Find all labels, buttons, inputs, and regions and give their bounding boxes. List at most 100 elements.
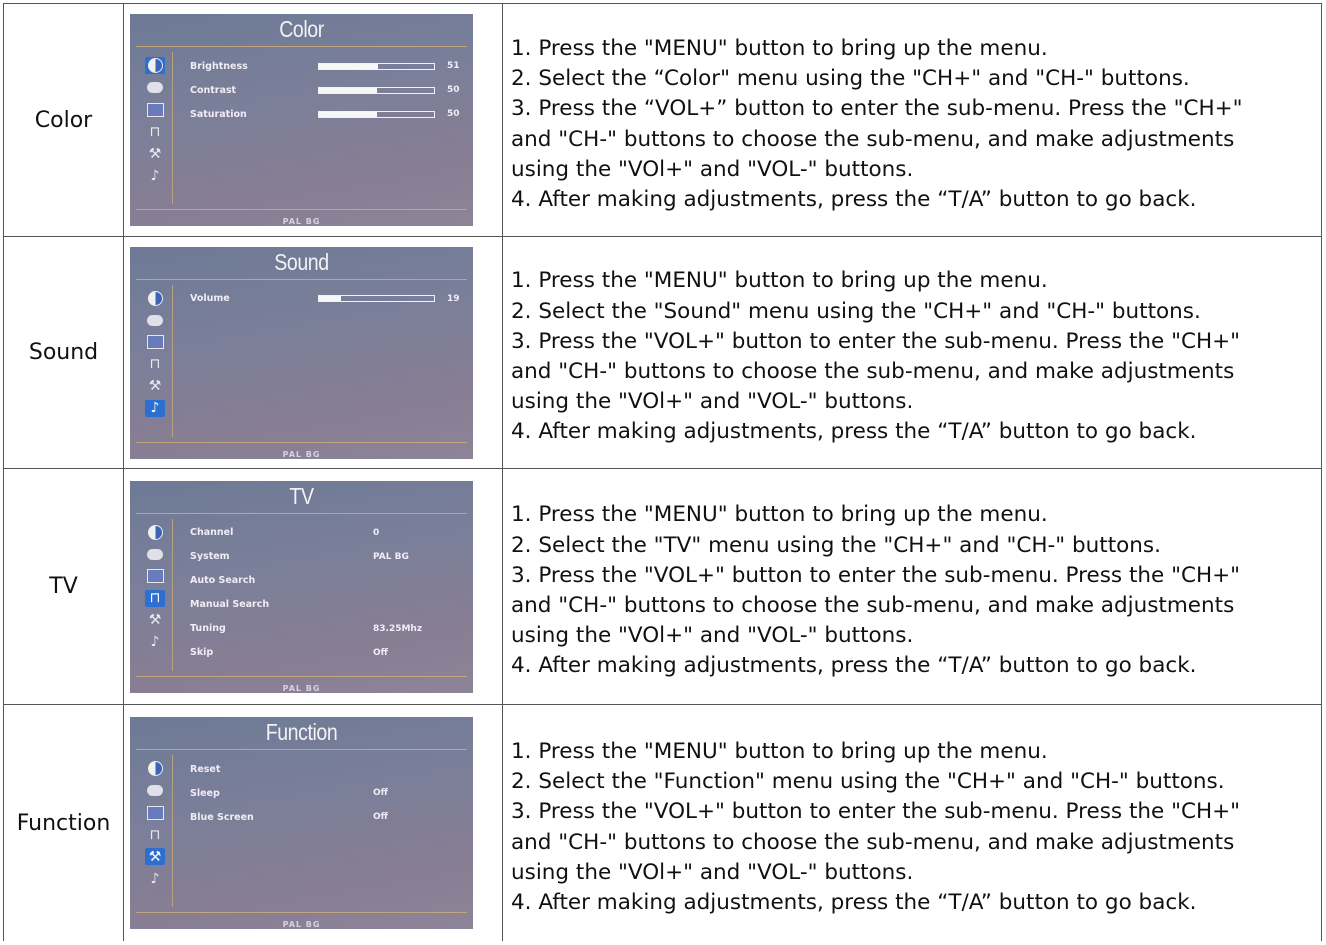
osd-title: TV <box>289 482 314 509</box>
color-icon <box>145 760 165 777</box>
image-icon <box>145 804 165 821</box>
instructions-cell: 1. Press the "MENU" button to bring up t… <box>502 3 1322 237</box>
instruction-line: 4. After making adjustments, press the “… <box>511 653 1197 679</box>
image-icon <box>145 101 165 118</box>
osd-level-fill <box>319 87 377 93</box>
osd-menu-item: System PAL BG <box>190 545 465 569</box>
osd-divider <box>136 675 467 677</box>
tv-icon: ⊓ <box>145 589 165 607</box>
osd-item-label: Skip <box>190 647 214 658</box>
sound-icon: ♪ <box>150 634 160 650</box>
instruction-line: using the "VOl+" and "VOL-" buttons. <box>511 389 914 415</box>
picture-icon <box>145 79 165 96</box>
osd-icon-column: ⊓ ⚒ ♪ <box>145 57 165 189</box>
osd-level-fill <box>319 296 341 301</box>
osd-level-bar <box>318 295 435 302</box>
osd-menu-item: Saturation 50 <box>190 102 465 126</box>
osd-menu-item: Contrast 50 <box>190 78 465 102</box>
osd-menu-items: Volume 19 <box>190 287 465 311</box>
osd-divider <box>136 441 467 443</box>
menu-name-cell: Function <box>3 704 124 941</box>
osd-divider <box>172 755 173 907</box>
osd-item-value: 51 <box>447 61 460 71</box>
osd-menu-item: Brightness 51 <box>190 54 465 78</box>
osd-item-label: Sleep <box>190 787 220 799</box>
table-row: TV TV ⊓ ⚒ ♪ Channel 0 System PAL BG Auto Search Ma… <box>3 468 1322 705</box>
osd-item-value: 50 <box>447 109 460 119</box>
osd-divider <box>136 512 467 514</box>
sound-icon: ♪ <box>150 870 160 887</box>
instruction-line: using the "VOl+" and "VOL-" buttons. <box>511 859 914 885</box>
osd-menu-item: Channel 0 <box>190 521 465 545</box>
instruction-line: 4. After making adjustments, press the “… <box>511 186 1197 212</box>
osd-screenshot-cell: Function ⊓ ⚒ ♪ Reset Sleep Off Blue Screen Off PA… <box>123 704 503 941</box>
instruction-line: 4. After making adjustments, press the “… <box>511 419 1197 445</box>
instruction-line: 3. Press the "VOL+" button to enter the … <box>511 328 1241 354</box>
menu-name-cell: Sound <box>3 236 124 469</box>
osd-item-label: Tuning <box>190 623 226 634</box>
osd-divider <box>172 52 173 204</box>
osd-icon-column: ⊓ ⚒ ♪ <box>145 760 165 892</box>
instructions-table: Color Color ⊓ ⚒ ♪ Brightness 51 Contrast 50 Satur… <box>3 3 1322 941</box>
osd-screenshot: Color ⊓ ⚒ ♪ Brightness 51 Contrast 50 Saturation… <box>130 14 473 226</box>
sound-icon: ♪ <box>150 167 160 184</box>
instruction-line: 3. Press the "VOL+" button to enter the … <box>511 799 1241 825</box>
osd-menu-item: Auto Search <box>190 569 465 593</box>
function-icon: ⚒ <box>148 612 162 628</box>
instruction-text: 1. Press the "MENU" button to bring up t… <box>503 491 1321 681</box>
instruction-line: 2. Select the "Function" menu using the … <box>511 769 1225 795</box>
instruction-line: and "CH-" buttons to choose the sub-menu… <box>511 593 1235 618</box>
osd-item-label: Saturation <box>190 108 247 120</box>
menu-name-cell: TV <box>3 468 124 705</box>
image-icon <box>145 568 165 585</box>
instruction-line: 1. Press the "MENU" button to bring up t… <box>511 738 1048 764</box>
osd-level-fill <box>319 63 378 69</box>
osd-menu-item: Volume 19 <box>190 287 465 311</box>
osd-title: Color <box>279 16 324 42</box>
osd-item-label: Blue Screen <box>190 811 254 823</box>
instructions-cell: 1. Press the "MENU" button to bring up t… <box>502 704 1322 941</box>
osd-divider <box>172 518 173 671</box>
instruction-line: 1. Press the "MENU" button to bring up t… <box>511 268 1048 294</box>
osd-menu-items: Reset Sleep Off Blue Screen Off <box>190 757 465 829</box>
function-icon: ⚒ <box>148 145 162 162</box>
osd-item-label: Brightness <box>190 60 248 72</box>
picture-icon <box>145 782 165 799</box>
osd-screenshot: TV ⊓ ⚒ ♪ Channel 0 System PAL BG Auto Search Manu… <box>130 480 473 693</box>
table-row: Function Function ⊓ ⚒ ♪ Reset Sleep Off Blue Scr… <box>3 704 1322 941</box>
osd-item-value: 0 <box>373 527 380 538</box>
osd-item-label: System <box>190 551 230 562</box>
osd-screenshot-cell: TV ⊓ ⚒ ♪ Channel 0 System PAL BG Auto Search Manu… <box>123 468 503 705</box>
osd-item-value: 19 <box>447 293 460 304</box>
picture-icon <box>145 312 165 329</box>
osd-item-label: Channel <box>190 527 234 538</box>
osd-item-label: Contrast <box>190 84 237 96</box>
table-row: Sound Sound ⊓ ⚒ ♪ Volume 19 PAL BG 1. Press the … <box>3 236 1322 469</box>
instruction-line: 4. After making adjustments, press the “… <box>511 889 1197 915</box>
picture-icon <box>145 546 165 563</box>
osd-footer: PAL BG <box>282 920 321 929</box>
color-icon <box>145 290 165 307</box>
instructions-cell: 1. Press the "MENU" button to bring up t… <box>502 236 1322 469</box>
instruction-line: 1. Press the "MENU" button to bring up t… <box>511 35 1048 61</box>
instruction-line: and "CH-" buttons to choose the sub-menu… <box>511 829 1235 855</box>
osd-menu-items: Channel 0 System PAL BG Auto Search Manual Se… <box>190 521 465 665</box>
osd-menu-item: Tuning 83.25Mhz <box>190 617 465 641</box>
osd-menu-item: Skip Off <box>190 641 465 665</box>
osd-item-value: 50 <box>447 85 460 95</box>
osd-item-value: Off <box>373 647 388 658</box>
instruction-line: and "CH-" buttons to choose the sub-menu… <box>511 126 1235 152</box>
osd-menu-item: Blue Screen Off <box>190 805 465 829</box>
function-icon: ⚒ <box>148 378 162 394</box>
sound-icon: ♪ <box>145 399 165 417</box>
osd-title: Sound <box>274 248 329 275</box>
osd-menu-item: Sleep Off <box>190 781 465 805</box>
osd-divider <box>136 209 467 210</box>
instruction-line: and "CH-" buttons to choose the sub-menu… <box>511 359 1235 384</box>
osd-item-value: PAL BG <box>373 551 409 562</box>
osd-level-bar <box>318 110 435 118</box>
osd-menu-item: Manual Search <box>190 593 465 617</box>
osd-footer: PAL BG <box>282 449 321 459</box>
osd-item-label: Auto Search <box>190 575 256 586</box>
instructions-cell: 1. Press the "MENU" button to bring up t… <box>502 468 1322 705</box>
